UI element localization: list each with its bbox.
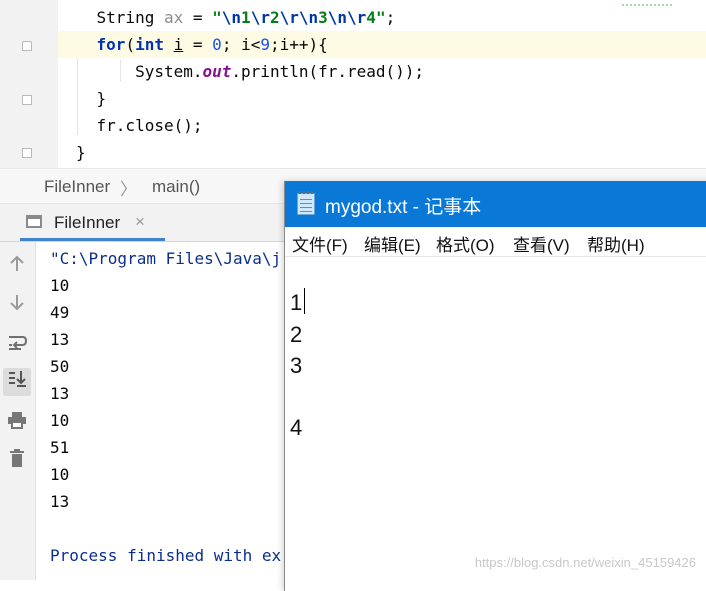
code-line-2: for(int i = 0; i<9;i++){ bbox=[58, 31, 706, 58]
breadcrumb-method[interactable]: main() bbox=[152, 177, 200, 197]
menu-format[interactable]: 格式(O) bbox=[436, 231, 495, 256]
console-output-line: 49 bbox=[50, 303, 70, 322]
console-command-line: "C:\Program Files\Java\j bbox=[50, 249, 282, 268]
console-output-line: 50 bbox=[50, 357, 70, 376]
editor-gutter bbox=[0, 0, 58, 168]
notepad-icon bbox=[297, 191, 315, 215]
console-output-line: 10 bbox=[50, 276, 70, 295]
console-output-line: 51 bbox=[50, 438, 70, 457]
breadcrumb-separator: 〉 bbox=[120, 180, 137, 199]
code-line-1: String ax = "\n1\r2\r\n3\n\r4"; bbox=[96, 8, 396, 27]
menu-edit[interactable]: 编辑(E) bbox=[364, 231, 421, 256]
notepad-menubar: 文件(F) 编辑(E) 格式(O) 查看(V) 帮助(H) bbox=[285, 227, 706, 257]
notepad-text-area[interactable]: 1 2 3 4 bbox=[285, 257, 706, 591]
run-side-toolbar bbox=[0, 242, 36, 580]
close-icon[interactable]: × bbox=[135, 212, 145, 232]
code-line-6: } bbox=[76, 143, 86, 162]
fold-marker-method-end[interactable] bbox=[22, 148, 32, 158]
scroll-to-end-icon[interactable] bbox=[3, 368, 31, 396]
console-output-line: 10 bbox=[50, 465, 70, 484]
code-line-5: fr.close(); bbox=[96, 116, 203, 135]
menu-file[interactable]: 文件(F) bbox=[292, 231, 348, 256]
code-line-3: System.out.println(fr.read()); bbox=[135, 62, 425, 81]
console-output-line: 10 bbox=[50, 411, 70, 430]
fold-marker-for[interactable] bbox=[22, 41, 32, 51]
code-editor[interactable]: String ax = "\n1\r2\r\n3\n\r4"; for(int … bbox=[0, 0, 706, 168]
code-line-4: } bbox=[96, 89, 107, 108]
print-icon[interactable] bbox=[3, 410, 31, 438]
trash-icon[interactable] bbox=[3, 448, 31, 476]
console-finish-line: Process finished with ex bbox=[50, 546, 282, 565]
menu-help[interactable]: 帮助(H) bbox=[587, 231, 645, 256]
text-line: 3 bbox=[290, 353, 303, 378]
tab-run-fileinner[interactable]: FileInner × bbox=[20, 204, 165, 241]
text-line: 2 bbox=[290, 322, 303, 347]
console-output-line: 13 bbox=[50, 330, 70, 349]
arrow-down-icon[interactable] bbox=[3, 292, 31, 320]
text-caret bbox=[304, 288, 306, 314]
soft-wrap-icon[interactable] bbox=[3, 332, 31, 360]
text-line: 1 bbox=[290, 287, 306, 318]
console-output-line: 13 bbox=[50, 384, 70, 403]
console-output-line: 13 bbox=[50, 492, 70, 511]
watermark: https://blog.csdn.net/weixin_45159426 bbox=[474, 555, 696, 570]
notepad-window[interactable]: mygod.txt - 记事本 文件(F) 编辑(E) 格式(O) 查看(V) … bbox=[284, 181, 706, 591]
window-title: mygod.txt - 记事本 bbox=[325, 197, 482, 218]
tab-label: FileInner bbox=[54, 213, 121, 232]
menu-view[interactable]: 查看(V) bbox=[513, 231, 570, 256]
text-line: 4 bbox=[290, 415, 303, 440]
console-icon bbox=[26, 215, 42, 228]
notepad-title-bar[interactable]: mygod.txt - 记事本 bbox=[285, 181, 706, 227]
breadcrumb-class[interactable]: FileInner bbox=[44, 177, 110, 197]
arrow-up-icon[interactable] bbox=[3, 254, 31, 282]
fold-marker-for-end[interactable] bbox=[22, 95, 32, 105]
